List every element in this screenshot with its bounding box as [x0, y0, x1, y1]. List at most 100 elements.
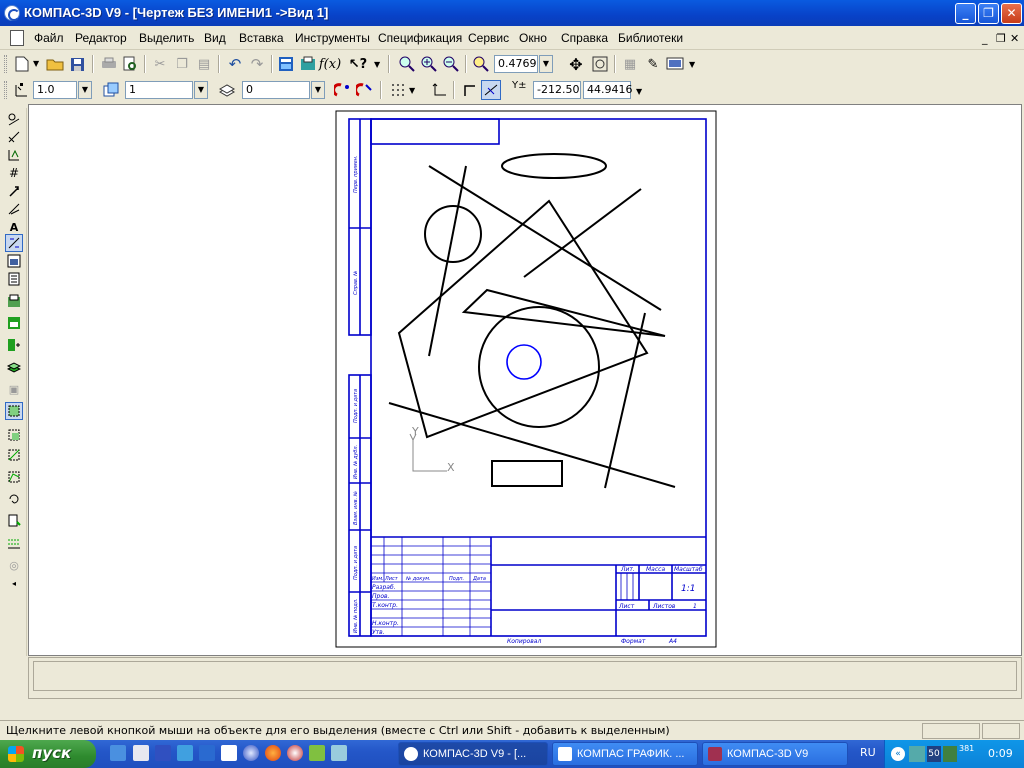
select-secant-icon[interactable] [5, 446, 23, 464]
tray-number[interactable]: 381 [959, 744, 974, 753]
word-icon[interactable] [199, 745, 215, 761]
disabled-tool-icon[interactable]: ▣ [5, 380, 23, 398]
new-dropdown-icon[interactable]: ▼ [33, 59, 39, 68]
manager-icon[interactable] [276, 54, 296, 74]
app-quicklaunch-icon[interactable] [331, 745, 347, 761]
paste-icon[interactable]: ▤ [194, 54, 214, 74]
select-by-attr-icon[interactable] [5, 512, 23, 530]
associative-views-icon[interactable] [5, 252, 23, 270]
zoom-out-icon[interactable] [441, 54, 461, 74]
close-button[interactable]: ✕ [1001, 3, 1022, 24]
select-by-type-icon[interactable] [5, 534, 23, 552]
language-indicator[interactable]: RU [860, 746, 876, 759]
layer-manager-icon[interactable] [5, 292, 23, 310]
spec-icon[interactable] [5, 270, 23, 288]
menu-view[interactable]: Вид [204, 31, 226, 45]
layer-field[interactable]: 0 [242, 81, 310, 99]
grid-dropdown-icon[interactable]: ▼ [409, 86, 415, 95]
tray-app-icon[interactable] [943, 746, 957, 762]
view-state-icon[interactable] [101, 80, 121, 100]
grid-icon[interactable] [388, 80, 408, 100]
undo-icon[interactable]: ↶ [225, 54, 245, 74]
save-quicklaunch-icon[interactable] [155, 745, 171, 761]
panel-scroll-icon[interactable]: ◂ [5, 574, 23, 592]
view-dropdown-icon[interactable]: ▼ [194, 81, 208, 99]
title-bar[interactable]: КОМПАС-3D V9 - [Чертеж БЕЗ ИМЕНИ1 ->Вид … [0, 0, 1024, 26]
menu-window[interactable]: Окно [519, 31, 547, 45]
parametrization-icon[interactable] [5, 182, 23, 200]
library-manager-icon[interactable] [298, 54, 318, 74]
display-icon[interactable] [665, 54, 685, 74]
taskbar-word-doc[interactable]: КОМПАС ГРАФИК. ... [552, 742, 698, 766]
select-polyline-icon[interactable] [5, 468, 23, 486]
taskbar-kompas-help[interactable]: КОМПАС-3D V9 [702, 742, 848, 766]
tray-badge[interactable]: 50 [927, 746, 941, 762]
style-dropdown-icon[interactable]: ▼ [78, 81, 92, 99]
cut-icon[interactable]: ✂ [150, 54, 170, 74]
firefox-icon[interactable] [265, 745, 281, 761]
refresh-icon[interactable]: ▦ [620, 54, 640, 74]
select-disabled-icon[interactable]: ◎ [5, 556, 23, 574]
properties-icon[interactable]: ✎ [643, 54, 663, 74]
coord-dropdown-icon[interactable]: ▼ [636, 87, 642, 96]
new-document-icon[interactable] [12, 54, 32, 74]
coord-y-field[interactable]: 44.9416 [583, 81, 633, 99]
dimensions-icon[interactable] [5, 128, 23, 146]
menu-file[interactable]: Файл [34, 31, 64, 45]
edit-icon[interactable]: # [5, 164, 23, 182]
display-dropdown-icon[interactable]: ▼ [689, 60, 695, 69]
menu-insert[interactable]: Вставка [239, 31, 284, 45]
measure-icon[interactable] [5, 200, 23, 218]
drawing-svg[interactable]: Y X Лит. Масса Масштаб 1:1 Лист Листов 1… [29, 105, 1023, 657]
symbols-icon[interactable] [5, 146, 23, 164]
help-pointer-icon[interactable]: ↖? [348, 54, 368, 74]
print-icon[interactable] [99, 54, 119, 74]
style-icon[interactable] [12, 80, 32, 100]
menu-tools[interactable]: Инструменты [295, 31, 370, 45]
redo-icon[interactable]: ↷ [247, 54, 267, 74]
toolbar-grip[interactable] [4, 55, 7, 73]
clock[interactable]: 0:09 [988, 747, 1013, 760]
media-player-icon[interactable] [287, 745, 303, 761]
pan-icon[interactable]: ✥ [566, 54, 586, 74]
geometry-icon[interactable] [5, 110, 23, 128]
network-icon[interactable] [177, 745, 193, 761]
mdi-restore-button[interactable]: ❐ [996, 32, 1006, 45]
menu-select[interactable]: Выделить [139, 31, 194, 45]
mdi-close-button[interactable]: ✕ [1010, 32, 1019, 45]
mdi-minimize-button[interactable]: _ [982, 32, 988, 45]
toolbar-grip[interactable] [4, 81, 7, 99]
select-window-icon[interactable] [5, 426, 23, 444]
layer-dropdown-icon[interactable]: ▼ [311, 81, 325, 99]
style-field[interactable]: 1.0 [33, 81, 77, 99]
maximize-button[interactable]: ❐ [978, 3, 999, 24]
menu-specification[interactable]: Спецификация [378, 31, 462, 45]
document-icon[interactable] [10, 30, 24, 46]
insert-fragment-icon[interactable] [5, 336, 23, 354]
open-folder-icon[interactable] [45, 54, 65, 74]
help-dropdown-icon[interactable]: ▼ [374, 60, 380, 69]
tray-expand-icon[interactable]: « [891, 747, 905, 761]
print-preview-icon[interactable] [120, 54, 140, 74]
local-snap-icon[interactable] [355, 80, 375, 100]
zoom-scale-icon[interactable] [471, 54, 491, 74]
insert-view-icon[interactable] [5, 314, 23, 332]
winamp-icon[interactable] [221, 745, 237, 761]
rotate-select-icon[interactable] [5, 490, 23, 508]
menu-libraries[interactable]: Библиотеки [618, 31, 683, 45]
tray-network-icon[interactable] [909, 746, 925, 762]
start-button[interactable]: пуск [0, 740, 96, 768]
ortho-icon[interactable] [460, 80, 480, 100]
app-quicklaunch-icon[interactable] [309, 745, 325, 761]
minimize-button[interactable]: _ [955, 3, 976, 24]
zoom-dropdown-icon[interactable]: ▼ [539, 55, 553, 73]
select-mode-icon[interactable] [5, 234, 23, 252]
drawing-canvas[interactable]: Y X Лит. Масса Масштаб 1:1 Лист Листов 1… [28, 104, 1022, 656]
coord-x-field[interactable]: -212.50 [533, 81, 581, 99]
zoom-window-icon[interactable] [397, 54, 417, 74]
zoom-value-field[interactable]: 0.4769 [494, 55, 538, 73]
show-all-icon[interactable] [590, 54, 610, 74]
view-field[interactable]: 1 [125, 81, 193, 99]
browser-icon[interactable] [243, 745, 259, 761]
show-desktop-icon[interactable] [110, 745, 126, 761]
